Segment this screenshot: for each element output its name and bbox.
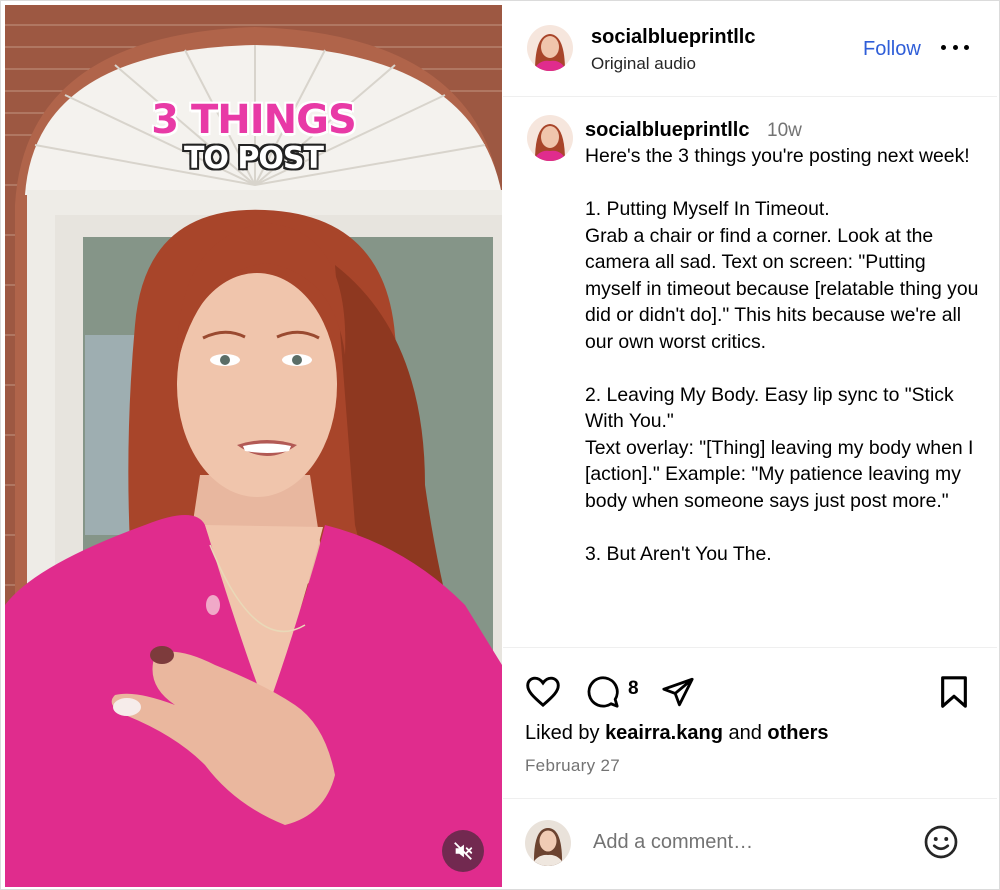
post-age[interactable]: 10w — [767, 120, 802, 142]
likes-summary: Liked by keairra.kang and others — [525, 722, 829, 745]
author-username[interactable]: socialblueprintllc — [591, 26, 755, 49]
post-modal: 3 THINGS TO POST socialblueprintllc Orig… — [0, 0, 1000, 890]
comment-input[interactable] — [593, 831, 893, 854]
caption-section: socialblueprintllc 10w Here's the 3 thin… — [503, 98, 997, 646]
avatar-image — [527, 25, 573, 71]
viewer-avatar — [525, 820, 571, 866]
post-header: socialblueprintllc Original audio Follow — [503, 5, 997, 97]
bookmark-icon[interactable] — [939, 675, 969, 709]
action-bar: 8 Liked by keairra.kang and others Febru… — [503, 647, 997, 797]
audio-label[interactable]: Original audio — [591, 54, 696, 74]
likes-prefix: Liked by — [525, 722, 606, 744]
overlay-subtitle: TO POST — [184, 141, 324, 176]
follow-button[interactable]: Follow — [863, 38, 921, 61]
comment-icon[interactable] — [585, 675, 621, 709]
caption-username[interactable]: socialblueprintllc — [585, 119, 749, 142]
comment-bar — [503, 798, 997, 887]
liked-by-user[interactable]: keairra.kang — [605, 722, 723, 744]
dot — [952, 44, 958, 50]
caption-avatar[interactable] — [527, 115, 573, 161]
dot — [964, 44, 969, 50]
author-avatar[interactable] — [527, 25, 573, 71]
caption-text: Here's the 3 things you're posting next … — [585, 145, 979, 565]
comment-count[interactable]: 8 — [628, 678, 639, 700]
avatar-image — [527, 115, 573, 161]
share-icon[interactable] — [661, 675, 695, 709]
heart-icon[interactable] — [525, 676, 561, 708]
speaker-muted-icon — [454, 842, 473, 860]
post-details-panel: socialblueprintllc Original audio Follow… — [503, 5, 997, 887]
reel-video[interactable]: 3 THINGS TO POST — [5, 5, 502, 887]
mute-button[interactable] — [442, 830, 484, 872]
dot — [941, 44, 946, 50]
post-date[interactable]: February 27 — [525, 756, 620, 776]
likes-and: and — [722, 722, 768, 744]
liked-by-others[interactable]: others — [767, 722, 828, 744]
avatar-image — [525, 820, 571, 866]
more-options-icon[interactable] — [941, 35, 969, 59]
emoji-icon[interactable] — [923, 824, 959, 860]
overlay-title: 3 THINGS — [151, 97, 357, 143]
